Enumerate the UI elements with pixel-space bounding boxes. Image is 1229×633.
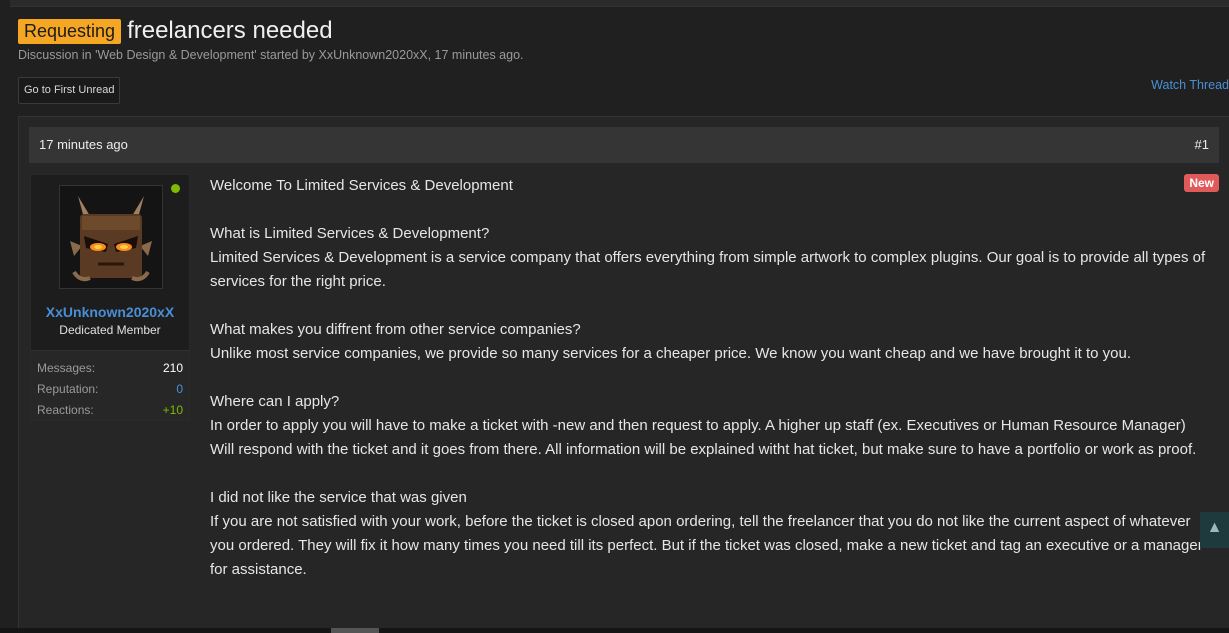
go-to-first-unread-button[interactable]: Go to First Unread bbox=[18, 77, 121, 104]
thread-title: freelancers needed bbox=[127, 17, 333, 44]
post: 17 minutes ago #1 XxUnknown2020xX Dedica… bbox=[18, 116, 1229, 633]
message-paragraph: What makes you diffrent from other servi… bbox=[210, 318, 1210, 366]
stat-reactions: Reactions: +10 bbox=[37, 403, 183, 421]
user-title: Dedicated Member bbox=[59, 323, 161, 337]
character-avatar-icon bbox=[60, 186, 162, 288]
stat-value[interactable]: +10 bbox=[163, 403, 183, 417]
horizontal-scrollbar[interactable] bbox=[0, 628, 1229, 633]
scroll-to-top-button[interactable]: ▲ bbox=[1200, 512, 1229, 548]
stat-label: Reputation: bbox=[37, 382, 99, 396]
username-link[interactable]: XxUnknown2020xX bbox=[31, 304, 189, 320]
avatar[interactable] bbox=[59, 185, 163, 289]
message-line: Unlike most service companies, we provid… bbox=[210, 345, 1132, 362]
post-header: 17 minutes ago #1 bbox=[29, 127, 1219, 163]
online-status-dot-icon bbox=[171, 184, 180, 193]
thread-title-row: Requesting freelancers needed bbox=[18, 17, 333, 45]
stat-label: Messages: bbox=[37, 361, 96, 375]
prefix-badge[interactable]: Requesting bbox=[18, 18, 122, 44]
message-paragraph: What is Limited Services & Development? … bbox=[210, 222, 1210, 294]
scrollbar-thumb[interactable] bbox=[331, 628, 379, 633]
stat-messages: Messages: 210 bbox=[37, 361, 183, 379]
thread-meta: Discussion in 'Web Design & Development'… bbox=[18, 48, 524, 62]
post-number-link[interactable]: #1 bbox=[1195, 137, 1209, 152]
chevron-up-icon: ▲ bbox=[1206, 519, 1223, 536]
top-bar bbox=[10, 0, 1229, 7]
post-message: Welcome To Limited Services & Developmen… bbox=[210, 174, 1210, 606]
message-line: Limited Services & Development is a serv… bbox=[210, 249, 1206, 290]
user-card: XxUnknown2020xX Dedicated Member Message… bbox=[30, 174, 190, 421]
stat-label: Reactions: bbox=[37, 403, 94, 417]
message-line: Welcome To Limited Services & Developmen… bbox=[210, 177, 513, 194]
message-heading: I did not like the service that was give… bbox=[210, 489, 467, 506]
stat-reputation: Reputation: 0 bbox=[37, 382, 183, 400]
message-line: In order to apply you will have to make … bbox=[210, 417, 1197, 458]
stat-value[interactable]: 0 bbox=[176, 382, 183, 396]
message-paragraph: I did not like the service that was give… bbox=[210, 486, 1210, 582]
message-line: If you are not satisfied with your work,… bbox=[210, 513, 1203, 578]
message-paragraph: Where can I apply? In order to apply you… bbox=[210, 390, 1210, 462]
message-heading: What makes you diffrent from other servi… bbox=[210, 321, 581, 338]
user-stats: Messages: 210 Reputation: 0 Reactions: +… bbox=[31, 350, 189, 420]
message-heading: Where can I apply? bbox=[210, 393, 340, 410]
post-time[interactable]: 17 minutes ago bbox=[39, 137, 128, 152]
message-paragraph: Welcome To Limited Services & Developmen… bbox=[210, 174, 1210, 198]
stat-value[interactable]: 210 bbox=[163, 361, 183, 375]
message-heading: What is Limited Services & Development? bbox=[210, 225, 490, 242]
watch-thread-link[interactable]: Watch Thread bbox=[1151, 77, 1229, 93]
